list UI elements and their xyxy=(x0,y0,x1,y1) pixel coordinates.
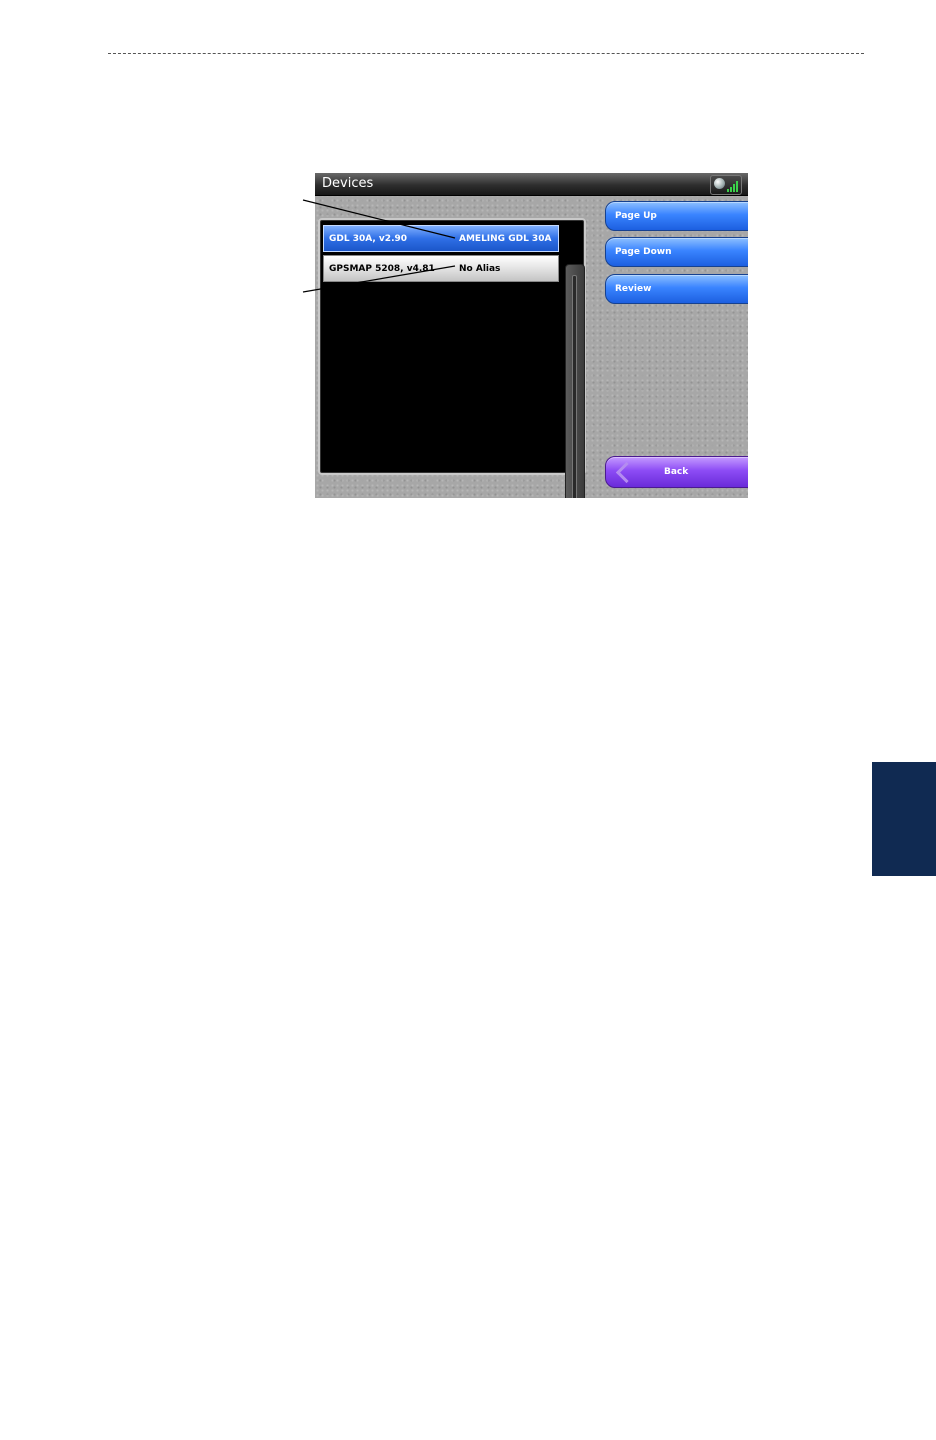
signal-strength-icon xyxy=(710,175,742,195)
back-label: Back xyxy=(664,467,689,477)
page-up-button[interactable]: Page Up xyxy=(605,201,748,231)
device-list-item[interactable]: GPSMAP 5208, v4.81 No Alias xyxy=(323,255,559,282)
page-down-label: Page Down xyxy=(615,247,672,257)
page-down-button[interactable]: Page Down xyxy=(605,237,748,267)
device-name: GDL 30A, v2.90 xyxy=(329,234,408,244)
back-button[interactable]: Back xyxy=(605,456,748,488)
page-top-rule xyxy=(108,53,864,54)
scrollbar-track xyxy=(572,275,577,498)
review-button[interactable]: Review xyxy=(605,274,748,304)
screen-title: Devices xyxy=(322,176,374,191)
page-up-label: Page Up xyxy=(615,211,657,221)
signal-bar-3 xyxy=(733,184,735,192)
device-list-item-selected[interactable]: GDL 30A, v2.90 AMELING GDL 30A xyxy=(323,225,559,252)
signal-bar-2 xyxy=(730,187,732,192)
back-arrow-icon xyxy=(615,461,638,484)
title-bar: Devices xyxy=(315,173,748,196)
device-alias: AMELING GDL 30A xyxy=(459,234,552,244)
signal-bar-4 xyxy=(736,181,738,192)
device-name: GPSMAP 5208, v4.81 xyxy=(329,264,435,274)
device-screen: Devices GDL 30A, v2.90 AMELING GDL 30A G… xyxy=(315,173,748,498)
globe-icon xyxy=(714,178,725,189)
review-label: Review xyxy=(615,284,652,294)
signal-bar-1 xyxy=(727,189,729,192)
section-tab xyxy=(872,762,936,876)
device-list: GDL 30A, v2.90 AMELING GDL 30A GPSMAP 52… xyxy=(318,218,586,498)
list-scrollbar[interactable] xyxy=(565,264,585,498)
device-alias: No Alias xyxy=(459,264,501,274)
